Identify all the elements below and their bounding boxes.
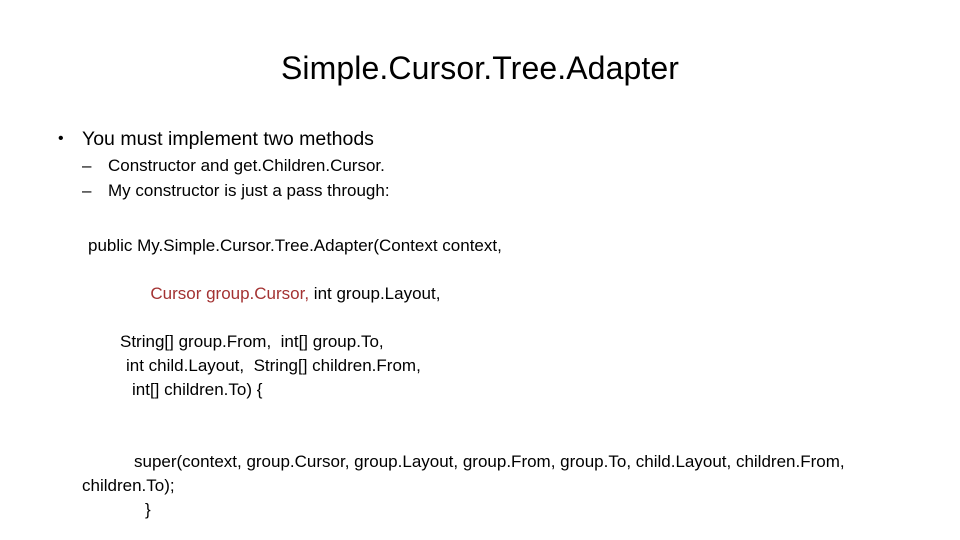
code-line-super-call: super(context, group.Cursor, group.Layou… bbox=[82, 452, 855, 495]
bullet-item-level1: • You must implement two methods bbox=[52, 126, 912, 152]
slide-canvas: Simple.Cursor.Tree.Adapter • You must im… bbox=[0, 0, 960, 540]
code-token-highlighted: Cursor group.Cursor, bbox=[150, 284, 310, 303]
code-line-group-cursor: Cursor group.Cursor, int group.Layout, bbox=[60, 258, 900, 330]
bullet-item-level1-label: You must implement two methods bbox=[82, 128, 374, 150]
code-line-group-from-to: String[] group.From, int[] group.To, bbox=[120, 332, 384, 351]
bullet-item-level2-passthrough-label: My constructor is just a pass through: bbox=[108, 181, 390, 200]
page-title: Simple.Cursor.Tree.Adapter bbox=[280, 50, 680, 86]
bullet-item-level2-constructor: – Constructor and get.Children.Cursor. bbox=[52, 154, 912, 177]
code-line-signature: public My.Simple.Cursor.Tree.Adapter(Con… bbox=[88, 236, 502, 255]
bullet-item-level2-passthrough: – My constructor is just a pass through: bbox=[52, 179, 912, 202]
code-block: public My.Simple.Cursor.Tree.Adapter(Con… bbox=[60, 234, 900, 522]
bullet-list: • You must implement two methods – Const… bbox=[52, 126, 912, 202]
code-line-child-layout: int child.Layout, String[] children.From… bbox=[126, 356, 421, 375]
bullet-marker-icon: • bbox=[58, 130, 64, 147]
dash-marker-icon: – bbox=[82, 156, 92, 175]
dash-marker-icon: – bbox=[82, 181, 92, 200]
code-token-group-layout: int group.Layout, bbox=[309, 284, 441, 303]
code-line-closing-brace: } bbox=[145, 500, 151, 519]
bullet-item-level2-constructor-label: Constructor and get.Children.Cursor. bbox=[108, 156, 385, 175]
code-line-children-to: int[] children.To) { bbox=[132, 380, 263, 399]
